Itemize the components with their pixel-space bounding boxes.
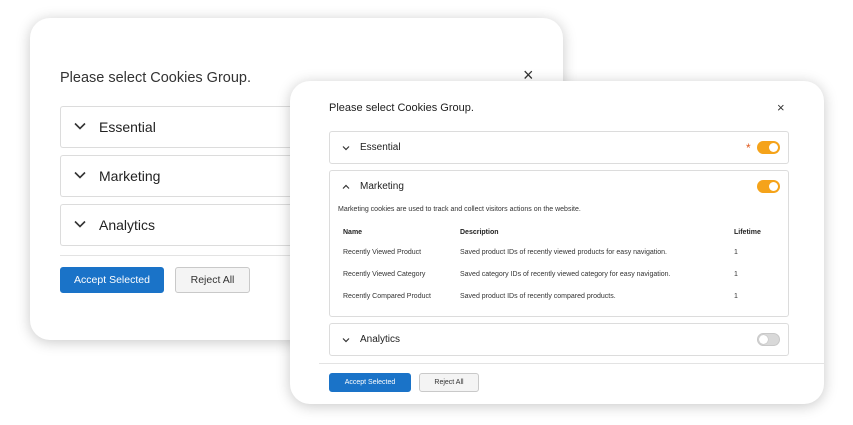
- cookie-description: Saved category IDs of recently viewed ca…: [460, 270, 671, 278]
- accordion-label: Analytics: [360, 334, 401, 345]
- table-row: Recently Compared Product Saved product …: [339, 285, 782, 307]
- accept-selected-button[interactable]: Accept Selected: [329, 373, 411, 392]
- accordion-header-analytics[interactable]: Analytics: [330, 324, 788, 356]
- accordion-header-essential[interactable]: Essential *: [330, 132, 788, 164]
- modal-title: Please select Cookies Group.: [60, 70, 252, 86]
- table-row: Recently Viewed Category Saved category …: [339, 263, 782, 285]
- accordion-label: Marketing: [360, 181, 404, 192]
- accept-selected-button[interactable]: Accept Selected: [60, 267, 164, 293]
- analytics-toggle[interactable]: [757, 333, 780, 346]
- cookie-table: Name Description Lifetime Recently Viewe…: [339, 223, 782, 307]
- toggle-knob: [769, 182, 778, 191]
- accordion-label: Essential: [99, 119, 156, 135]
- column-header-lifetime: Lifetime: [734, 228, 761, 236]
- accordion-header-marketing[interactable]: Marketing: [330, 171, 788, 203]
- cookie-lifetime: 1: [734, 248, 738, 256]
- chevron-down-icon: [342, 146, 350, 151]
- chevron-up-icon: [342, 184, 350, 189]
- table-header-row: Name Description Lifetime: [339, 223, 782, 241]
- accordion-analytics[interactable]: Analytics: [60, 204, 320, 246]
- accordion-label: Marketing: [99, 168, 161, 184]
- cookie-name: Recently Viewed Category: [343, 270, 426, 278]
- cookie-lifetime: 1: [734, 292, 738, 300]
- cookie-lifetime: 1: [734, 270, 738, 278]
- accordion-analytics: Analytics: [329, 323, 789, 356]
- cookie-modal: Please select Cookies Group. × Essential…: [290, 81, 824, 404]
- chevron-down-icon: [342, 338, 350, 343]
- accordion-essential: Essential *: [329, 131, 789, 164]
- toggle-knob: [769, 143, 778, 152]
- column-header-name: Name: [343, 228, 363, 236]
- accordion-label: Analytics: [99, 217, 156, 233]
- footer-divider: [319, 363, 824, 364]
- accordion-essential[interactable]: Essential: [60, 106, 320, 148]
- reject-all-button[interactable]: Reject All: [175, 267, 250, 293]
- marketing-toggle[interactable]: [757, 180, 780, 193]
- accordion-marketing[interactable]: Marketing: [60, 155, 320, 197]
- cookie-name: Recently Compared Product: [343, 292, 431, 300]
- accordion-marketing: Marketing Marketing cookies are used to …: [329, 170, 789, 317]
- essential-toggle[interactable]: [757, 141, 780, 154]
- table-row: Recently Viewed Product Saved product ID…: [339, 241, 782, 263]
- group-description: Marketing cookies are used to track and …: [338, 206, 581, 213]
- required-indicator: *: [746, 141, 751, 155]
- chevron-down-icon: [74, 220, 86, 228]
- reject-all-button[interactable]: Reject All: [419, 373, 479, 392]
- close-icon[interactable]: ×: [777, 101, 785, 114]
- accordion-label: Essential: [360, 142, 401, 153]
- toggle-knob: [759, 335, 768, 344]
- column-header-description: Description: [460, 228, 499, 236]
- modal-title: Please select Cookies Group.: [329, 102, 474, 114]
- cookie-name: Recently Viewed Product: [343, 248, 422, 256]
- cookie-description: Saved product IDs of recently compared p…: [460, 292, 616, 300]
- chevron-down-icon: [74, 171, 86, 179]
- chevron-down-icon: [74, 122, 86, 130]
- cookie-description: Saved product IDs of recently viewed pro…: [460, 248, 667, 256]
